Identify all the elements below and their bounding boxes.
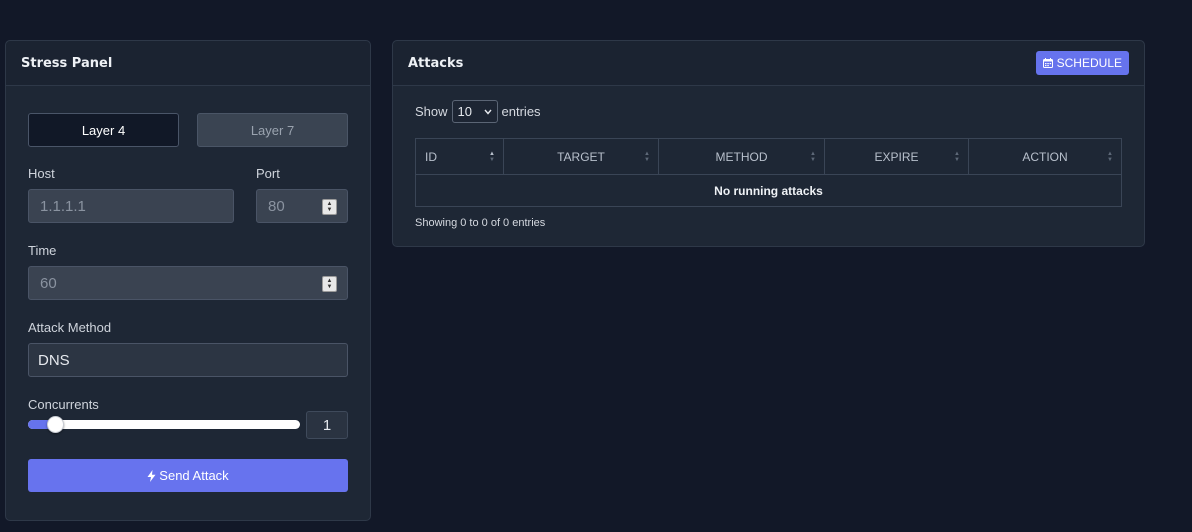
send-attack-label: Send Attack	[159, 468, 229, 483]
time-input[interactable]: 60 ▲ ▼	[28, 266, 348, 300]
column-header-label: EXPIRE	[874, 150, 919, 164]
show-label: Show	[415, 104, 448, 119]
column-header-expire[interactable]: EXPIRE ▲ ▼	[825, 139, 969, 175]
chevron-down-icon	[483, 109, 492, 115]
layer7-button[interactable]: Layer 7	[197, 113, 348, 147]
column-header-label: METHOD	[715, 150, 768, 164]
sort-icon: ▲ ▼	[954, 151, 960, 163]
concurrents-slider-track[interactable]	[28, 420, 300, 429]
concurrents-label: Concurrents	[28, 397, 99, 412]
sort-icon: ▲ ▼	[1107, 151, 1113, 163]
method-label: Attack Method	[28, 320, 112, 335]
port-label: Port	[256, 166, 280, 181]
host-input[interactable]: 1.1.1.1	[28, 189, 234, 223]
attacks-panel-title: Attacks	[408, 55, 464, 71]
stepper-down-icon[interactable]: ▼	[327, 207, 333, 213]
attacks-table: ID ▲ ▼ TARGET ▲ ▼ METHOD ▲ ▼ EXPIRE ▲ ▼ ACTI…	[415, 138, 1122, 207]
time-label: Time	[28, 243, 57, 258]
table-header-row: ID ▲ ▼ TARGET ▲ ▼ METHOD ▲ ▼ EXPIRE ▲ ▼ ACTI…	[416, 139, 1121, 175]
layer4-button[interactable]: Layer 4	[28, 113, 179, 147]
attack-method-input[interactable]: DNS	[28, 343, 348, 377]
port-input[interactable]: 80 ▲ ▼	[256, 189, 348, 223]
time-stepper[interactable]: ▲ ▼	[322, 276, 337, 292]
attack-method-value: DNS	[38, 351, 70, 369]
stress-panel: Stress Panel Layer 4 Layer 7 Host 1.1.1.…	[5, 40, 371, 521]
concurrents-value: 1	[306, 411, 348, 439]
time-placeholder: 60	[40, 274, 57, 292]
column-header-label: ID	[425, 150, 437, 164]
column-header-label: TARGET	[557, 150, 605, 164]
stepper-down-icon[interactable]: ▼	[327, 284, 333, 290]
stress-panel-title: Stress Panel	[21, 55, 113, 71]
sort-icon: ▲ ▼	[644, 151, 650, 163]
sort-icon: ▲ ▼	[810, 151, 816, 163]
entries-label: entries	[501, 104, 541, 119]
column-header-id[interactable]: ID ▲ ▼	[416, 139, 504, 175]
calendar-icon	[1042, 58, 1053, 68]
schedule-button[interactable]: SCHEDULE	[1035, 51, 1129, 75]
attacks-panel-header: Attacks SCHEDULE	[393, 41, 1144, 86]
host-placeholder: 1.1.1.1	[40, 197, 86, 215]
column-header-action[interactable]: ACTION ▲ ▼	[969, 139, 1121, 175]
table-empty-row: No running attacks	[714, 184, 823, 198]
port-placeholder: 80	[268, 197, 285, 215]
layer-toggle: Layer 4 Layer 7	[28, 113, 348, 147]
host-label: Host	[28, 166, 55, 181]
schedule-label: SCHEDULE	[1056, 56, 1122, 70]
entries-select-value: 10	[457, 104, 472, 119]
entries-length-control: Show 10 entries	[415, 100, 541, 123]
stress-panel-header: Stress Panel	[6, 41, 370, 86]
port-stepper[interactable]: ▲ ▼	[322, 199, 337, 215]
concurrents-slider-thumb[interactable]	[46, 416, 64, 433]
entries-select[interactable]: 10	[451, 100, 498, 123]
attacks-panel: Attacks SCHEDULE Show 10 entries ID ▲ ▼ …	[392, 40, 1145, 247]
sort-icon: ▲ ▼	[489, 151, 495, 163]
table-info: Showing 0 to 0 of 0 entries	[415, 217, 546, 229]
column-header-method[interactable]: METHOD ▲ ▼	[659, 139, 825, 175]
bolt-icon	[147, 469, 156, 482]
send-attack-button[interactable]: Send Attack	[28, 459, 348, 492]
column-header-target[interactable]: TARGET ▲ ▼	[504, 139, 659, 175]
column-header-label: ACTION	[1022, 150, 1068, 164]
